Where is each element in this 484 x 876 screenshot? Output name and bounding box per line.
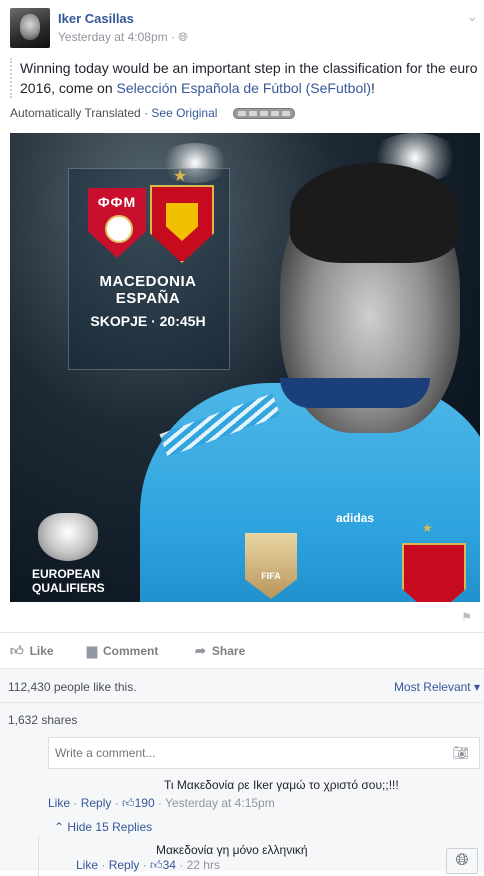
- post-actions: 👍︎ Like ▆ Comment ➦ Share: [0, 632, 484, 669]
- eq-line2: QUALIFIERS: [32, 581, 105, 595]
- european-qualifiers-text: EUROPEAN QUALIFIERS: [32, 567, 112, 595]
- post-photo[interactable]: ★ ФФМ MACEDONIA ESPAÑA SKOPJE · 20:45H a…: [10, 133, 480, 602]
- shirt-collar: [280, 378, 430, 408]
- shares-summary: 1,632 shares: [0, 702, 484, 735]
- comment-input[interactable]: [49, 738, 437, 768]
- page-mention-link[interactable]: Selección Española de Fútbol (SeFutbol): [117, 80, 371, 96]
- reply-like-count[interactable]: 34: [163, 858, 176, 872]
- thumbs-up-icon: 👍︎: [10, 643, 24, 658]
- author-name[interactable]: Iker Casillas: [58, 11, 134, 26]
- comment-composer: 📷︎: [48, 737, 480, 769]
- thumbs-up-icon: 👍︎: [150, 858, 163, 872]
- reply-reply-link[interactable]: Reply: [109, 858, 140, 872]
- chest-crest: [402, 543, 466, 602]
- comment-reply-link[interactable]: Reply: [81, 796, 112, 810]
- comment-button[interactable]: ▆ Comment: [87, 643, 158, 659]
- rating-segment: [270, 111, 279, 117]
- rating-segment: [248, 111, 257, 117]
- comment-label: Comment: [103, 644, 159, 658]
- globe-icon[interactable]: 🌐︎: [178, 30, 188, 44]
- comment-time[interactable]: Yesterday at 4:15pm: [165, 796, 275, 810]
- camera-icon[interactable]: 📷︎: [452, 745, 469, 761]
- post-text: Winning today would be an important step…: [10, 58, 480, 98]
- adidas-logo: adidas: [336, 511, 375, 525]
- star-icon: ★: [173, 168, 188, 185]
- post-header: Iker Casillas Yesterday at 4:08pm · 🌐︎ ⌄: [10, 8, 480, 50]
- comment-like-link[interactable]: Like: [48, 796, 70, 810]
- share-button[interactable]: ➦ Share: [195, 643, 245, 659]
- hide-replies-toggle[interactable]: ⌃ Hide 15 Replies: [54, 820, 152, 834]
- player-hair: [290, 163, 460, 263]
- comment-text: Τι Μακεδονία ρε Iker γαμώ το χριστό σου;…: [164, 778, 399, 792]
- post-meta: Yesterday at 4:08pm · 🌐︎: [58, 30, 188, 45]
- thumbs-up-icon: 👍︎: [122, 796, 135, 810]
- comment-like-count[interactable]: 190: [135, 796, 155, 810]
- ffm-text: ФФМ: [97, 194, 137, 210]
- star-icon: ★: [422, 521, 433, 535]
- avatar-face: [20, 14, 40, 40]
- auto-translated-label: Automatically Translated ·: [10, 106, 152, 120]
- share-label: Share: [211, 644, 246, 658]
- hide-replies-label: Hide 15 Replies: [67, 820, 153, 834]
- translation-rating[interactable]: [232, 108, 295, 120]
- fifa-text: FIFA: [261, 571, 281, 581]
- likes-count[interactable]: 112,430 people like this.: [8, 680, 137, 694]
- match-venue: SKOPJE · 20:45H: [90, 313, 206, 329]
- match-teams: MACEDONIA ESPAÑA: [99, 273, 197, 307]
- share-icon: ➦: [195, 643, 206, 658]
- post-text-end: !: [371, 80, 375, 96]
- crest-shield: [166, 203, 198, 241]
- eq-line1: EUROPEAN: [32, 567, 101, 581]
- european-qualifiers-logo: [38, 513, 98, 561]
- see-original-link[interactable]: See Original: [151, 106, 217, 120]
- reply-thread-line: [38, 836, 39, 876]
- chevron-down-icon[interactable]: ⌄: [466, 8, 478, 25]
- reply-like-link[interactable]: Like: [76, 858, 98, 872]
- flag-icon[interactable]: ⚑: [461, 610, 472, 624]
- rating-segment: [281, 111, 290, 117]
- comment-meta: Like · Reply · 👍︎190 · Yesterday at 4:15…: [48, 796, 275, 810]
- rating-segment: [237, 111, 246, 117]
- ball-icon: [105, 215, 133, 243]
- translation-bar: Automatically Translated · See Original: [10, 106, 295, 120]
- sort-dropdown[interactable]: Most Relevant ▾: [394, 680, 480, 694]
- likes-summary: 112,430 people like this. Most Relevant …: [0, 668, 484, 703]
- comments-section: 📷︎ Τι Μακεδονία ρε Iker γαμώ το χριστό σ…: [0, 734, 484, 876]
- globe-icon[interactable]: 🌐︎: [446, 848, 478, 874]
- author-avatar[interactable]: [10, 8, 50, 48]
- chevron-up-icon: ⌃: [54, 820, 65, 834]
- reply-text: Μακεδονία γη μόνο ελληνική: [156, 843, 308, 857]
- like-button[interactable]: 👍︎ Like: [10, 643, 54, 659]
- post-timestamp[interactable]: Yesterday at 4:08pm ·: [58, 30, 178, 44]
- comment-icon: ▆: [87, 643, 97, 658]
- shares-count[interactable]: 1,632 shares: [8, 713, 77, 727]
- rating-segment: [259, 111, 268, 117]
- reply-time[interactable]: 22 hrs: [187, 858, 220, 872]
- like-label: Like: [29, 644, 54, 658]
